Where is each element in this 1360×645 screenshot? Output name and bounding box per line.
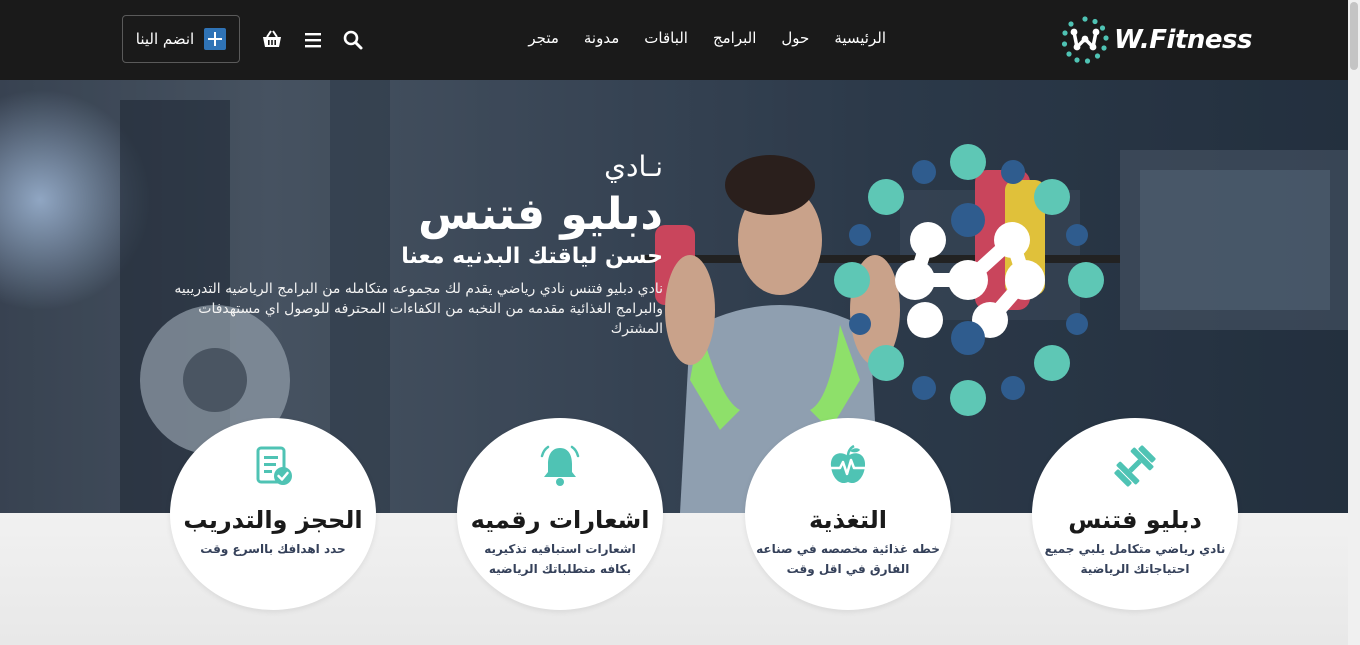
feature-card-wfitness[interactable]: دبليو فتنس نادي رياضي متكامل يلبي جميع ا… (1032, 418, 1238, 610)
hero-title: دبليو فتنس (418, 189, 663, 240)
feature-card-notifications[interactable]: اشعارات رقميه اشعارات استباقيه تذكيريه ب… (457, 418, 663, 610)
hero-text-block: نـادي دبليو فتنس حسن لياقتك البدنيه معنا… (143, 150, 663, 339)
feature-title: اشعارات رقميه (470, 506, 650, 534)
cart-icon[interactable] (260, 28, 284, 52)
feature-title: دبليو فتنس (1068, 506, 1202, 534)
logo-mark-icon (1061, 16, 1109, 64)
hero-subtitle: حسن لياقتك البدنيه معنا (401, 244, 663, 269)
nav-item-home[interactable]: الرئيسية (834, 29, 886, 47)
main-nav: الرئيسية حول البرامج الباقات مدونة متجر (528, 29, 886, 47)
nav-item-about[interactable]: حول (781, 29, 809, 47)
feature-description: حدد اهدافك بااسرع وقت (200, 542, 346, 556)
plus-icon (204, 28, 227, 50)
bell-icon (540, 445, 580, 486)
brand-name: W.Fitness (1114, 25, 1253, 55)
top-navbar: W.Fitness الرئيسية حول البرامج الباقات م… (0, 0, 1348, 80)
feature-title: الحجز والتدريب (183, 506, 363, 534)
join-us-label: انضم الينا (135, 30, 195, 48)
nav-item-packages[interactable]: الباقات (644, 29, 688, 47)
nav-item-programs[interactable]: البرامج (713, 29, 756, 47)
feature-description: نادي رياضي متكامل يلبي جميع احتياجاتك ال… (1044, 542, 1226, 576)
join-us-button[interactable]: انضم الينا (122, 15, 240, 63)
apple-heartbeat-icon (830, 444, 866, 484)
search-icon[interactable] (341, 28, 365, 52)
feature-card-booking[interactable]: الحجز والتدريب حدد اهدافك بااسرع وقت (170, 418, 376, 610)
page-scrollbar[interactable] (1348, 0, 1360, 645)
clipboard-check-icon (256, 446, 292, 485)
scrollbar-thumb[interactable] (1350, 2, 1358, 70)
menu-icon[interactable] (301, 28, 325, 52)
hero-kicker: نـادي (604, 150, 663, 183)
feature-description: خطه غذائية مخصصه في صناعه الفارق في اقل … (756, 542, 940, 576)
dumbbell-icon (1114, 445, 1156, 487)
feature-description: اشعارات استباقيه تذكيريه بكافه متطلباتك … (484, 542, 636, 576)
nav-item-store[interactable]: متجر (528, 29, 559, 47)
hero-description: نادي دبليو فتنس نادي رياضي يقدم لك مجموع… (174, 281, 663, 337)
brand-logo[interactable]: W.Fitness (1060, 16, 1253, 64)
feature-card-nutrition[interactable]: التغذية خطه غذائية مخصصه في صناعه الفارق… (745, 418, 951, 610)
nav-item-blog[interactable]: مدونة (584, 29, 619, 47)
feature-title: التغذية (808, 506, 887, 534)
